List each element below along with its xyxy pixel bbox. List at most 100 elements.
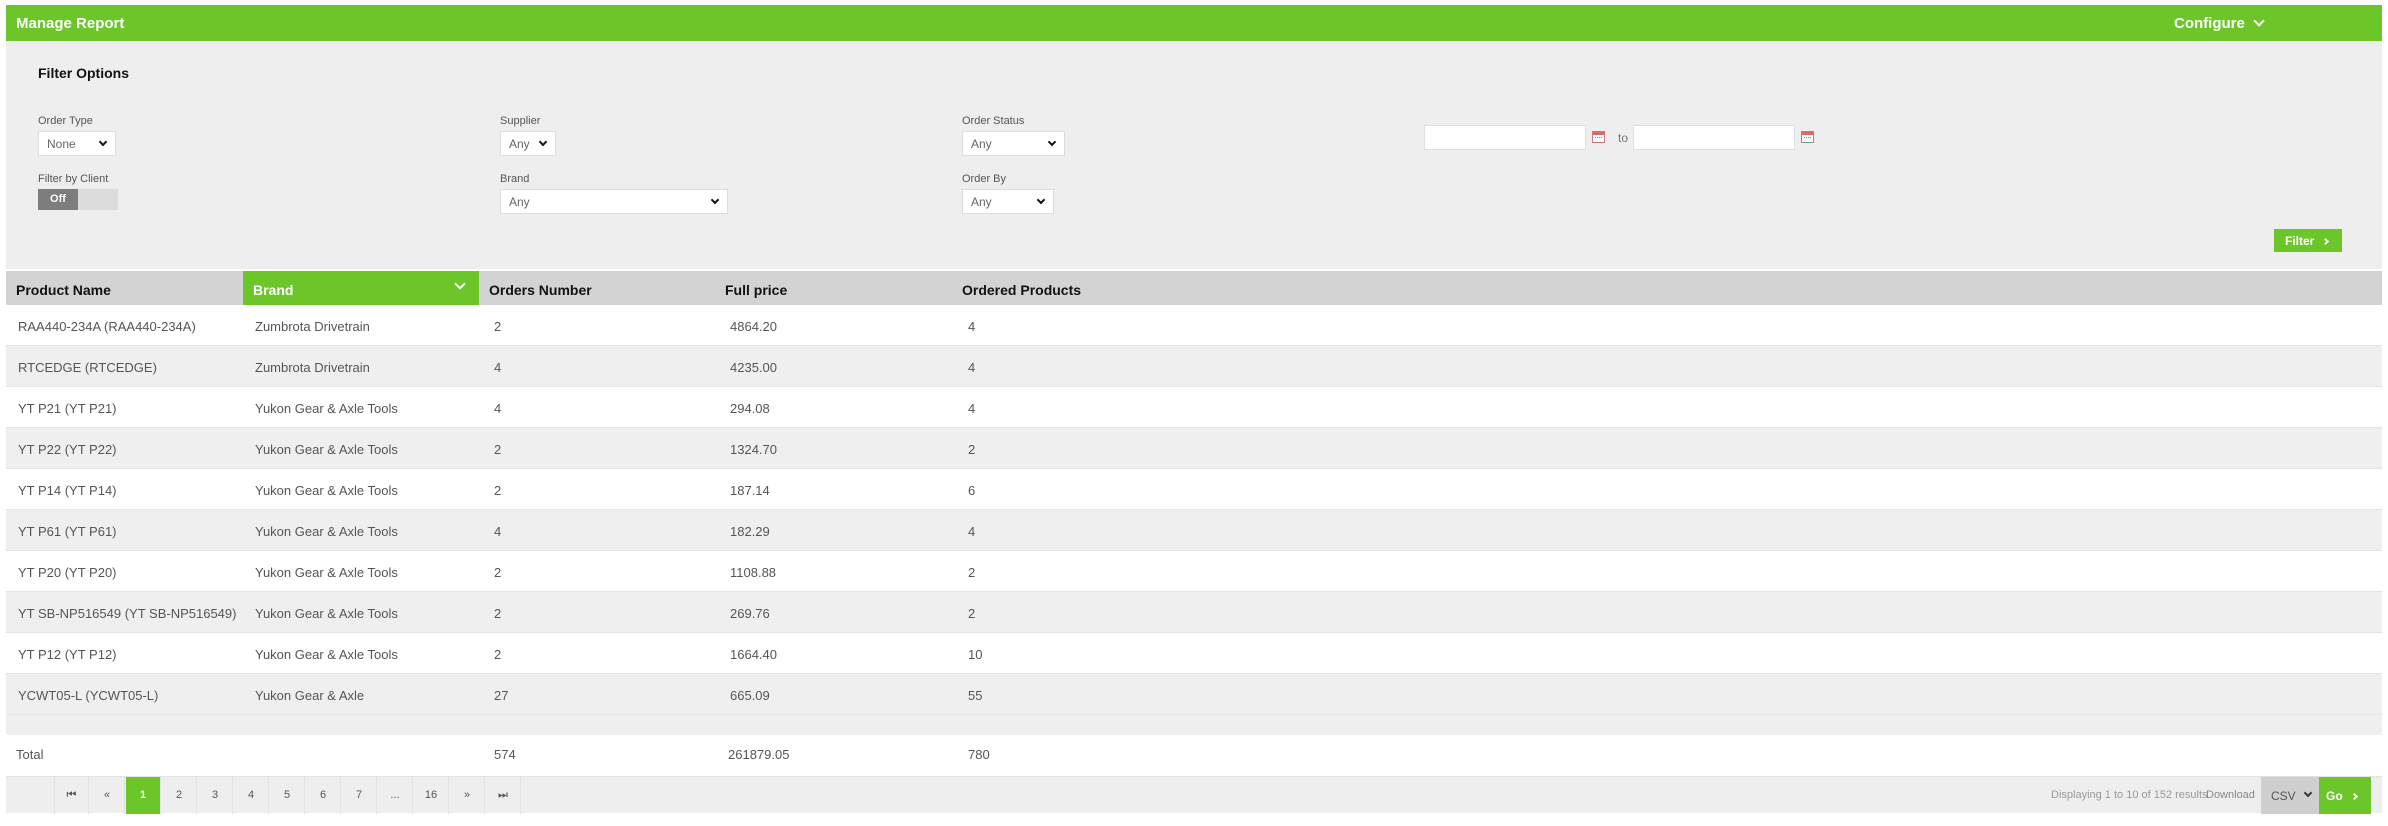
- page-16-button[interactable]: 16: [414, 777, 449, 814]
- cell-brand: Yukon Gear & Axle Tools: [255, 483, 398, 498]
- calendar-icon[interactable]: [1801, 131, 1814, 143]
- chevron-down-icon: [1047, 137, 1057, 147]
- table-row: YT SB-NP516549 (YT SB-NP516549) Yukon Ge…: [6, 592, 2382, 633]
- column-header-product-name[interactable]: Product Name: [6, 271, 243, 305]
- cell-product-name: YT P12 (YT P12): [18, 647, 117, 662]
- cell-product-name: YT SB-NP516549 (YT SB-NP516549): [18, 606, 237, 621]
- table-row: YT P61 (YT P61) Yukon Gear & Axle Tools …: [6, 510, 2382, 551]
- go-button[interactable]: Go: [2319, 777, 2371, 814]
- cell-orders-number: 4: [494, 360, 502, 375]
- table-spacer: [6, 715, 2382, 735]
- cell-orders-number: 2: [494, 565, 502, 580]
- page-6-button[interactable]: 6: [306, 777, 341, 814]
- cell-brand: Zumbrota Drivetrain: [255, 319, 370, 334]
- chevron-down-icon: [538, 137, 548, 147]
- page-7-button[interactable]: 7: [342, 777, 377, 814]
- cell-full-price: 4864.20: [730, 319, 777, 334]
- cell-product-name: RAA440-234A (RAA440-234A): [18, 319, 196, 334]
- cell-brand: Yukon Gear & Axle Tools: [255, 565, 398, 580]
- column-header-brand[interactable]: Brand: [243, 271, 479, 305]
- filter-options: Filter Options Order Type None Supplier …: [6, 41, 2382, 269]
- date-to-input[interactable]: [1633, 125, 1795, 150]
- cell-product-name: YCWT05-L (YCWT05-L): [18, 688, 159, 703]
- cell-orders-number: 2: [494, 606, 502, 621]
- order-by-label: Order By: [962, 173, 1007, 185]
- cell-full-price: 269.76: [730, 606, 770, 621]
- date-from-input[interactable]: [1424, 125, 1586, 150]
- download-label: Download: [2206, 789, 2255, 801]
- table-row: YT P22 (YT P22) Yukon Gear & Axle Tools …: [6, 428, 2382, 469]
- chevron-down-icon: [2303, 788, 2313, 798]
- cell-full-price: 182.29: [730, 524, 770, 539]
- supplier-label: Supplier: [500, 115, 541, 127]
- total-ordered-products: 780: [968, 747, 990, 762]
- brand-select[interactable]: Any: [500, 189, 728, 214]
- page-ellipsis: ...: [378, 777, 413, 814]
- cell-orders-number: 2: [494, 647, 502, 662]
- column-header-full-price[interactable]: Full price: [715, 271, 952, 305]
- filter-button[interactable]: Filter: [2274, 229, 2342, 252]
- configure-button[interactable]: Configure: [2174, 15, 2265, 32]
- previous-page-button[interactable]: «: [90, 777, 125, 814]
- cell-product-name: YT P21 (YT P21): [18, 401, 117, 416]
- cell-brand: Yukon Gear & Axle: [255, 688, 365, 703]
- order-by-select[interactable]: Any: [962, 189, 1054, 214]
- order-type-select[interactable]: None: [38, 131, 116, 156]
- filter-by-client-label: Filter by Client: [38, 173, 109, 185]
- total-orders-number: 574: [494, 747, 516, 762]
- manage-report-panel: Manage Report Configure Filter Options O…: [6, 5, 2382, 821]
- cell-ordered-products: 4: [968, 360, 976, 375]
- cell-orders-number: 4: [494, 524, 502, 539]
- order-status-select[interactable]: Any: [962, 131, 1065, 156]
- chevron-right-icon: [2350, 792, 2358, 801]
- cell-brand: Yukon Gear & Axle Tools: [255, 524, 398, 539]
- chevron-down-icon: [454, 278, 466, 290]
- page-5-button[interactable]: 5: [270, 777, 305, 814]
- report-table: Product Name Brand Orders Number Full pr…: [6, 271, 2382, 775]
- order-type-label: Order Type: [38, 115, 93, 127]
- cell-ordered-products: 4: [968, 319, 976, 334]
- report-header: Manage Report Configure: [6, 5, 2382, 41]
- download-format-select[interactable]: CSV: [2261, 777, 2319, 814]
- page-title: Manage Report: [16, 15, 125, 32]
- cell-brand: Yukon Gear & Axle Tools: [255, 442, 398, 457]
- next-page-button[interactable]: »: [450, 777, 485, 814]
- page-3-button[interactable]: 3: [198, 777, 233, 814]
- date-to-label: to: [1618, 131, 1629, 145]
- total-row: Total 574 261879.05 780: [6, 735, 2382, 775]
- cell-orders-number: 2: [494, 442, 502, 457]
- cell-brand: Zumbrota Drivetrain: [255, 360, 370, 375]
- cell-full-price: 1108.88: [730, 565, 777, 580]
- cell-ordered-products: 4: [968, 401, 976, 416]
- cell-product-name: YT P20 (YT P20): [18, 565, 117, 580]
- calendar-icon[interactable]: [1592, 131, 1605, 143]
- brand-label: Brand: [500, 173, 530, 185]
- cell-product-name: RTCEDGE (RTCEDGE): [18, 360, 157, 375]
- column-header-orders-number[interactable]: Orders Number: [479, 271, 715, 305]
- first-page-icon[interactable]: ⏮: [54, 777, 89, 814]
- cell-ordered-products: 2: [968, 606, 976, 621]
- page-4-button[interactable]: 4: [234, 777, 269, 814]
- results-summary: Displaying 1 to 10 of 152 results: [2051, 789, 2208, 801]
- page-1-button[interactable]: 1: [126, 777, 161, 814]
- table-row: YT P21 (YT P21) Yukon Gear & Axle Tools …: [6, 387, 2382, 428]
- filter-by-client-toggle[interactable]: Off: [38, 189, 118, 210]
- supplier-select[interactable]: Any: [500, 131, 556, 156]
- total-label: Total: [16, 747, 44, 762]
- table-row: YT P20 (YT P20) Yukon Gear & Axle Tools …: [6, 551, 2382, 592]
- cell-full-price: 665.09: [730, 688, 770, 703]
- table-row: YCWT05-L (YCWT05-L) Yukon Gear & Axle 27…: [6, 674, 2382, 715]
- order-status-label: Order Status: [962, 115, 1025, 127]
- chevron-down-icon: [2253, 15, 2265, 27]
- page-2-button[interactable]: 2: [162, 777, 197, 814]
- cell-ordered-products: 6: [968, 483, 976, 498]
- cell-full-price: 1664.40: [730, 647, 777, 662]
- cell-orders-number: 4: [494, 401, 502, 416]
- cell-product-name: YT P61 (YT P61): [18, 524, 117, 539]
- table-header: Product Name Brand Orders Number Full pr…: [6, 271, 2382, 305]
- last-page-icon[interactable]: ⏭: [486, 777, 521, 814]
- cell-ordered-products: 55: [968, 688, 983, 703]
- cell-ordered-products: 2: [968, 565, 976, 580]
- column-header-ordered-products[interactable]: Ordered Products: [952, 271, 1252, 305]
- total-full-price: 261879.05: [728, 747, 790, 762]
